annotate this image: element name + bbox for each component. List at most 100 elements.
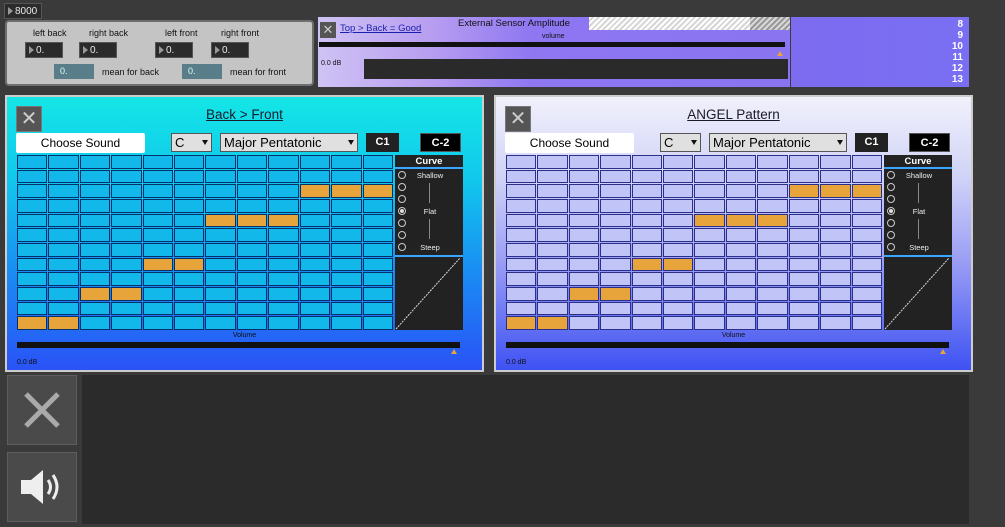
grid-cell[interactable]: [725, 316, 757, 330]
grid-cell[interactable]: [174, 243, 205, 257]
grid-cell[interactable]: [268, 213, 299, 228]
grid-cell[interactable]: [174, 213, 205, 228]
grid-cell[interactable]: [600, 272, 631, 286]
grid-cell[interactable]: [362, 155, 393, 169]
grid-cell[interactable]: [205, 243, 236, 257]
grid-cell[interactable]: [79, 257, 111, 272]
grid-cell[interactable]: [79, 316, 111, 330]
grid-cell[interactable]: [17, 184, 48, 198]
grid-cell[interactable]: [537, 228, 568, 242]
grid-cell[interactable]: [79, 184, 111, 198]
grid-cell[interactable]: [79, 169, 111, 184]
grid-cell[interactable]: [79, 155, 111, 169]
grid-cell[interactable]: [331, 301, 362, 316]
grid-cell[interactable]: [48, 301, 79, 316]
grid-cell[interactable]: [362, 301, 393, 316]
grid-cell[interactable]: [725, 243, 757, 257]
choose-sound-button[interactable]: Choose Sound: [16, 133, 145, 153]
grid-cell[interactable]: [851, 228, 882, 242]
grid-cell[interactable]: [79, 301, 111, 316]
grid-cell[interactable]: [568, 272, 600, 286]
grid-cell[interactable]: [725, 257, 757, 272]
grid-cell[interactable]: [142, 287, 174, 301]
grid-cell[interactable]: [299, 228, 331, 242]
grid-cell[interactable]: [757, 155, 788, 169]
grid-cell[interactable]: [694, 272, 725, 286]
grid-cell[interactable]: [537, 272, 568, 286]
grid-cell[interactable]: [205, 301, 236, 316]
grid-cell[interactable]: [820, 155, 851, 169]
grid-cell[interactable]: [820, 199, 851, 213]
grid-cell[interactable]: [79, 213, 111, 228]
grid-cell[interactable]: [236, 243, 268, 257]
grid-cell[interactable]: [725, 287, 757, 301]
octave-high[interactable]: C-2: [420, 133, 461, 152]
grid-cell[interactable]: [111, 213, 142, 228]
grid-cell[interactable]: [142, 184, 174, 198]
curve-radio[interactable]: [398, 171, 406, 179]
grid-cell[interactable]: [331, 213, 362, 228]
grid-cell[interactable]: [725, 272, 757, 286]
grid-cell[interactable]: [568, 257, 600, 272]
curve-radio[interactable]: [398, 219, 406, 227]
grid-cell[interactable]: [268, 169, 299, 184]
grid-cell[interactable]: [142, 301, 174, 316]
grid-cell[interactable]: [820, 287, 851, 301]
curve-radio[interactable]: [398, 195, 406, 203]
grid-cell[interactable]: [631, 243, 663, 257]
grid-cell[interactable]: [111, 272, 142, 286]
curve-radio[interactable]: [398, 207, 406, 215]
grid-cell[interactable]: [268, 272, 299, 286]
grid-cell[interactable]: [506, 301, 537, 316]
grid-cell[interactable]: [631, 301, 663, 316]
grid-cell[interactable]: [299, 184, 331, 198]
grid-cell[interactable]: [205, 272, 236, 286]
grid-cell[interactable]: [663, 199, 694, 213]
grid-cell[interactable]: [268, 199, 299, 213]
grid-cell[interactable]: [820, 316, 851, 330]
grid-cell[interactable]: [788, 228, 820, 242]
grid-cell[interactable]: [788, 184, 820, 198]
grid-cell[interactable]: [299, 301, 331, 316]
grid-cell[interactable]: [331, 257, 362, 272]
grid-cell[interactable]: [17, 243, 48, 257]
grid-cell[interactable]: [362, 272, 393, 286]
channel-number[interactable]: 9: [791, 30, 963, 41]
speaker-button[interactable]: [7, 452, 77, 522]
grid-cell[interactable]: [788, 287, 820, 301]
grid-cell[interactable]: [17, 213, 48, 228]
grid-cell[interactable]: [299, 287, 331, 301]
octave-high[interactable]: C-2: [909, 133, 950, 152]
grid-cell[interactable]: [111, 243, 142, 257]
grid-cell[interactable]: [757, 287, 788, 301]
grid-cell[interactable]: [236, 287, 268, 301]
grid-cell[interactable]: [48, 287, 79, 301]
grid-cell[interactable]: [506, 155, 537, 169]
grid-cell[interactable]: [331, 287, 362, 301]
grid-cell[interactable]: [600, 243, 631, 257]
grid-cell[interactable]: [600, 228, 631, 242]
grid-cell[interactable]: [506, 199, 537, 213]
grid-cell[interactable]: [820, 169, 851, 184]
grid-cell[interactable]: [851, 272, 882, 286]
grid-cell[interactable]: [142, 213, 174, 228]
grid-cell[interactable]: [820, 184, 851, 198]
grid-cell[interactable]: [568, 184, 600, 198]
grid-cell[interactable]: [663, 257, 694, 272]
grid-cell[interactable]: [205, 184, 236, 198]
grid-cell[interactable]: [631, 199, 663, 213]
step-grid[interactable]: [17, 155, 393, 330]
grid-cell[interactable]: [174, 272, 205, 286]
grid-cell[interactable]: [600, 199, 631, 213]
curve-radio[interactable]: [887, 183, 895, 191]
grid-cell[interactable]: [568, 316, 600, 330]
grid-cell[interactable]: [236, 155, 268, 169]
grid-cell[interactable]: [757, 184, 788, 198]
grid-cell[interactable]: [331, 184, 362, 198]
grid-cell[interactable]: [537, 243, 568, 257]
grid-cell[interactable]: [331, 155, 362, 169]
grid-cell[interactable]: [48, 155, 79, 169]
grid-cell[interactable]: [506, 213, 537, 228]
grid-cell[interactable]: [174, 155, 205, 169]
grid-cell[interactable]: [268, 228, 299, 242]
